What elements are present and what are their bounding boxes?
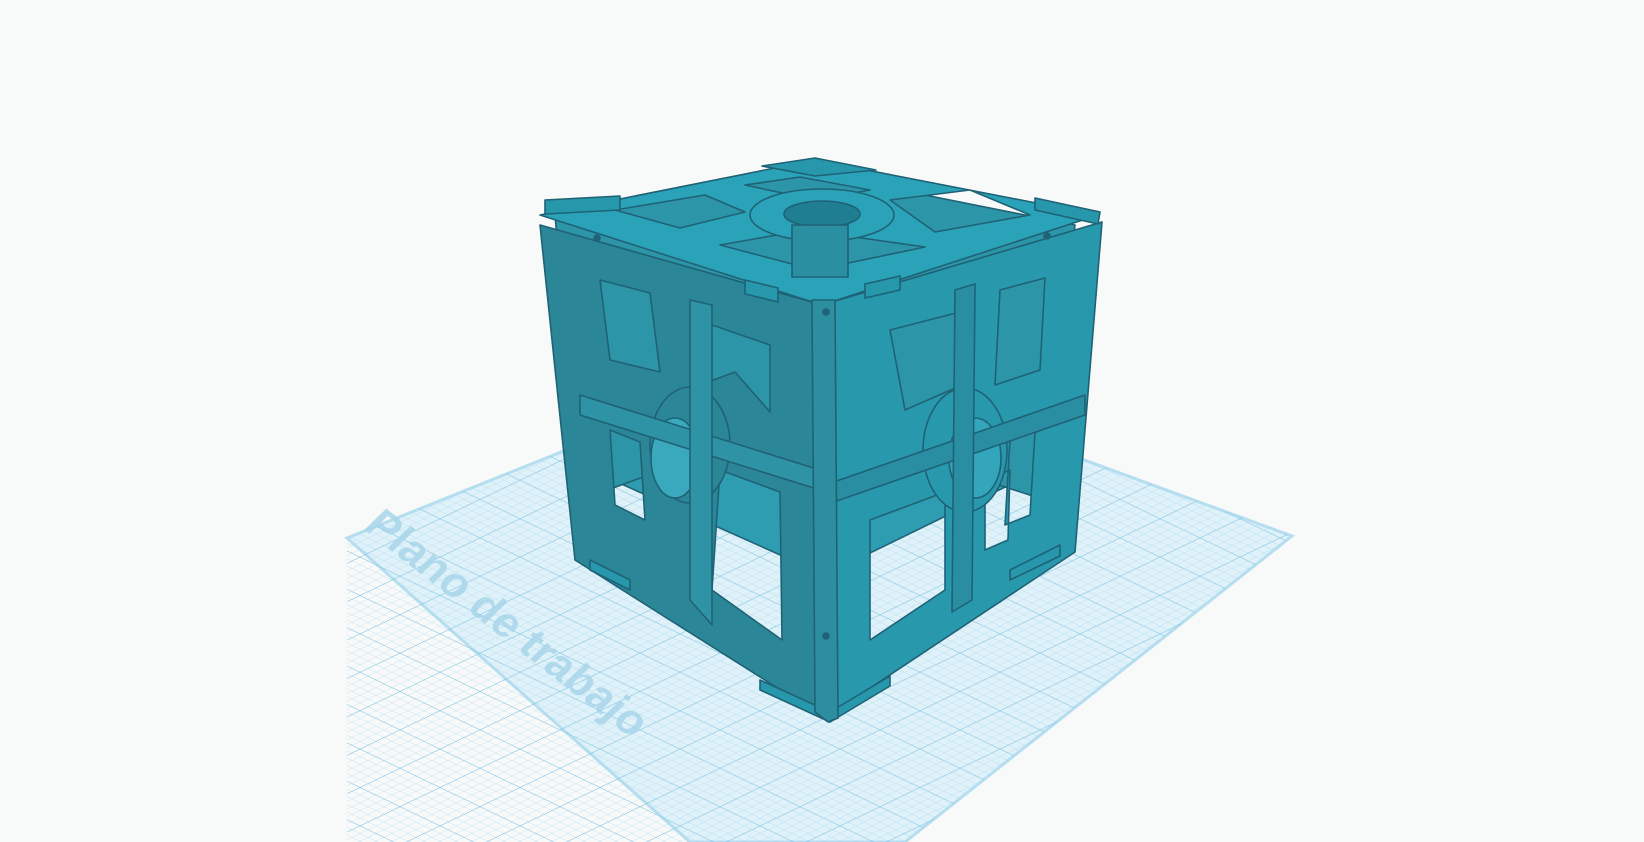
top-hub-hole — [783, 200, 861, 228]
screw-icon — [593, 234, 601, 242]
scene-canvas[interactable]: Plano de trabajo — [0, 0, 1644, 842]
front-edge-post — [811, 299, 839, 723]
3d-viewport[interactable]: Plano de trabajo — [0, 0, 1644, 842]
screw-icon — [1043, 232, 1051, 240]
screw-icon — [822, 308, 830, 316]
center-post — [791, 224, 849, 278]
screw-icon — [822, 632, 830, 640]
